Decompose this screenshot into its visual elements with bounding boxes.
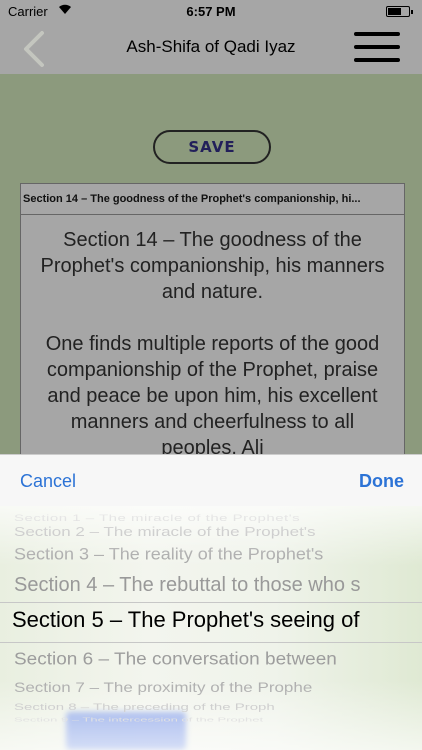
picker-option[interactable]: Section 3 – The reality of the Prophet's xyxy=(14,545,323,564)
picker-option[interactable]: Section 8 – The preceding of the Proph xyxy=(14,702,275,712)
section-selector-field[interactable]: Section 14 – The goodness of the Prophet… xyxy=(20,183,405,215)
hamburger-menu-icon[interactable] xyxy=(354,32,400,62)
section-picker-wheel[interactable]: Section 1 – The miracle of the Prophet's… xyxy=(0,506,422,750)
cancel-button[interactable]: Cancel xyxy=(20,471,76,492)
picker-option[interactable]: Section 4 – The rebuttal to those who s xyxy=(14,574,361,597)
section-text: Section 14 – The goodness of the Prophet… xyxy=(20,215,405,454)
chevron-left-icon[interactable] xyxy=(18,30,50,68)
battery-icon xyxy=(386,6,413,17)
save-button[interactable]: SAVE xyxy=(153,130,271,164)
done-button[interactable]: Done xyxy=(359,471,404,492)
section-body-text: One finds multiple reports of the good c… xyxy=(45,333,380,454)
status-bar: Carrier 6:57 PM xyxy=(0,0,422,22)
selection-indicator-top xyxy=(0,602,422,603)
picker-option[interactable]: Section 6 – The conversation between xyxy=(14,650,337,670)
picker-option-selected[interactable]: Section 5 – The Prophet's seeing of xyxy=(12,607,359,633)
picker-option[interactable]: Section 2 – The miracle of the Prophet's xyxy=(14,524,316,540)
page-title: Ash-Shifa of Qadi Iyaz xyxy=(126,37,296,56)
picker-toolbar: Cancel Done xyxy=(0,454,422,506)
main-content: SAVE Section 14 – The goodness of the Pr… xyxy=(0,74,422,454)
navigation-bar: Ash-Shifa of Qadi Iyaz xyxy=(0,22,422,74)
picker-option[interactable]: Section 7 – The proximity of the Prophe xyxy=(14,680,312,696)
selection-indicator-bottom xyxy=(0,642,422,643)
section-body-title: Section 14 – The goodness of the Prophet… xyxy=(40,229,385,303)
status-time: 6:57 PM xyxy=(186,4,236,19)
picker-option[interactable]: Section 9 – The intercession of the Prop… xyxy=(14,716,263,723)
picker-option[interactable]: Section 1 – The miracle of the Prophet's xyxy=(14,513,300,523)
